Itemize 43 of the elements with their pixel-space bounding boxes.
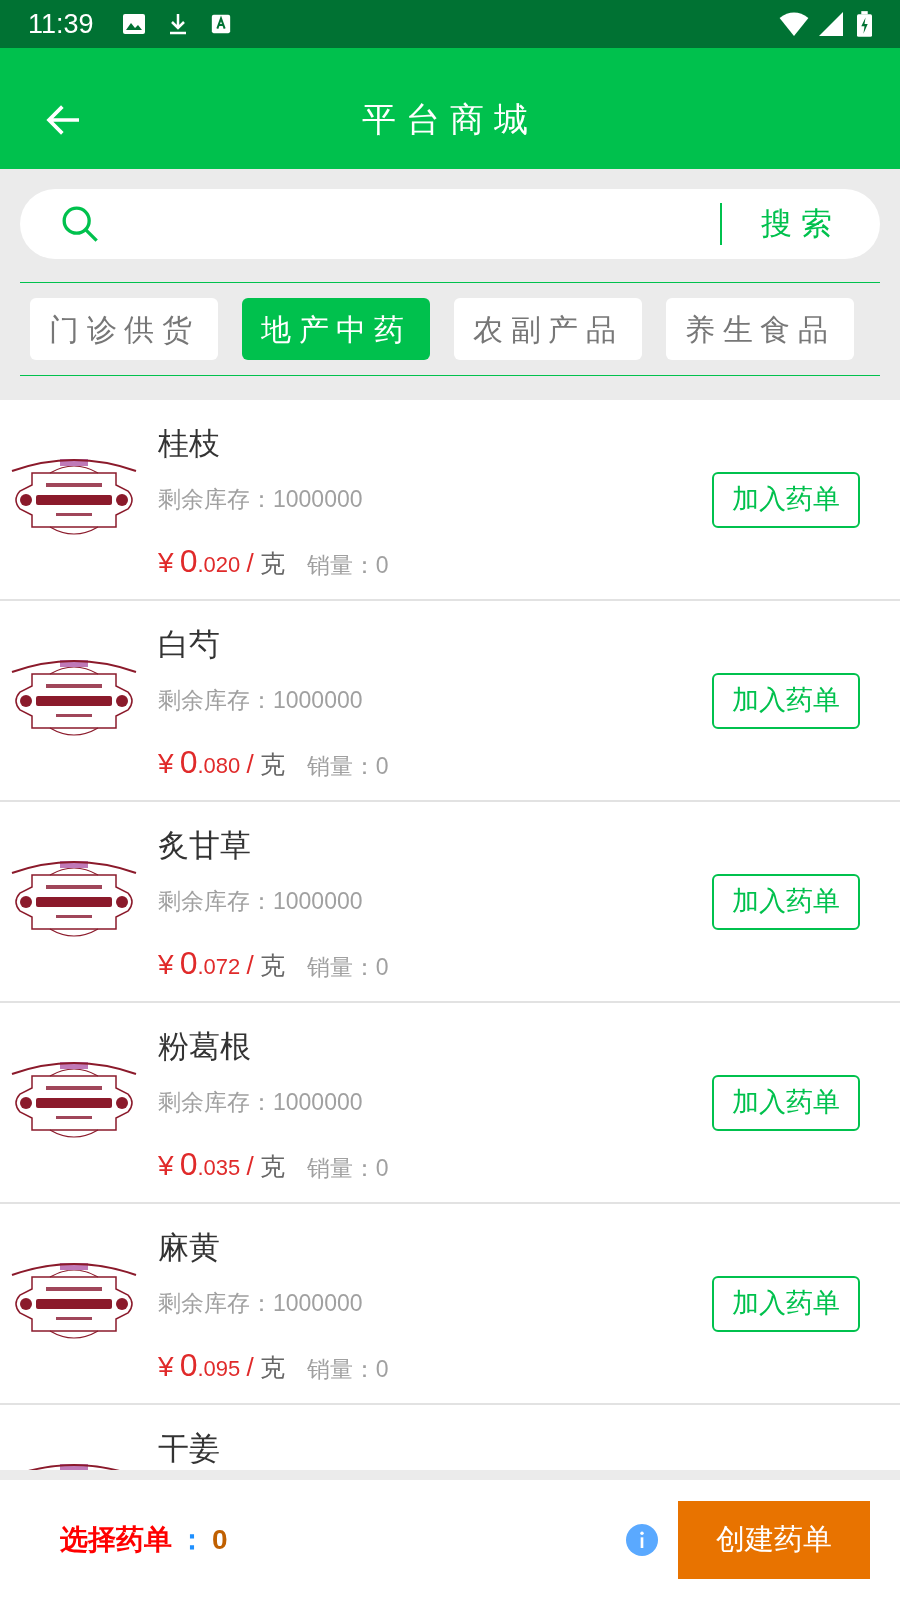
- wifi-icon: [779, 12, 809, 36]
- product-name: 炙甘草: [158, 827, 252, 865]
- stock-text: 剩余库存：1000000: [158, 1289, 364, 1318]
- create-button[interactable]: 创建药单: [678, 1501, 870, 1579]
- search-bar[interactable]: 搜索: [20, 189, 880, 259]
- price: ¥ 0.035 / 克: [158, 1144, 285, 1184]
- price: ¥ 0.080 / 克: [158, 742, 285, 782]
- stock-text: 剩余库存：1000000: [158, 485, 364, 514]
- category-tab[interactable]: 养生食品: [666, 298, 854, 360]
- sales-text: 销量：0: [306, 752, 389, 781]
- status-time: 11:39: [28, 7, 94, 41]
- add-button[interactable]: 加入药单: [712, 873, 860, 930]
- sales-text: 销量：0: [306, 551, 389, 580]
- page-title: 平台商城: [361, 99, 539, 140]
- stock-text: 剩余库存：1000000: [158, 887, 364, 916]
- battery-icon: [857, 11, 872, 37]
- sales-text: 销量：0: [306, 953, 389, 982]
- stock-text: 剩余库存：1000000: [158, 686, 364, 715]
- product-name: 干姜: [158, 1430, 221, 1468]
- add-button[interactable]: 加入药单: [712, 1275, 860, 1332]
- category-tab[interactable]: 门诊供货: [30, 298, 218, 360]
- search-button[interactable]: 搜索: [722, 189, 880, 259]
- selected-count: 选择药单 ： 0: [60, 1523, 228, 1557]
- signal-icon: [819, 12, 843, 36]
- product-name: 白芍: [158, 626, 221, 664]
- price: ¥ 0.095 / 克: [158, 1345, 285, 1385]
- stock-text: 剩余库存：1000000: [158, 1088, 364, 1117]
- category-tab[interactable]: 地产中药: [242, 298, 430, 360]
- category-tab[interactable]: 农副产品: [454, 298, 642, 360]
- product-name: 粉葛根: [158, 1028, 252, 1066]
- product-name: 桂枝: [158, 425, 221, 463]
- image-icon: [121, 12, 146, 36]
- info-icon[interactable]: [626, 1524, 658, 1556]
- sales-text: 销量：0: [306, 1355, 389, 1384]
- sales-text: 销量：0: [306, 1154, 389, 1183]
- add-button[interactable]: 加入药单: [712, 672, 860, 729]
- app-icon: [209, 13, 232, 35]
- product-name: 麻黄: [158, 1229, 221, 1267]
- price: ¥ 0.072 / 克: [158, 943, 285, 983]
- price: ¥ 0.020 / 克: [158, 541, 285, 581]
- search-icon: [60, 204, 100, 244]
- add-button[interactable]: 加入药单: [712, 471, 860, 528]
- add-button[interactable]: 加入药单: [712, 1074, 860, 1131]
